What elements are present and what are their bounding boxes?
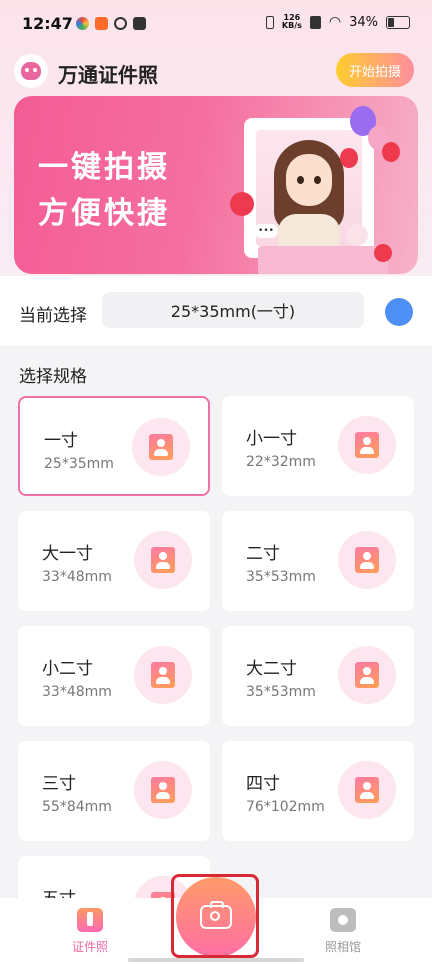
spec-size: 76*102mm [246, 799, 325, 815]
heart-icon [346, 224, 368, 246]
spec-card-2cun[interactable]: 二寸 35*53mm [222, 511, 414, 611]
status-time: 12:47 [22, 14, 73, 33]
wifi-icon: ◠ [328, 14, 342, 30]
battery-icon [386, 15, 410, 29]
spec-name: 大二寸 [246, 659, 297, 679]
spec-card-1cun[interactable]: 一寸 25*35mm [18, 396, 210, 496]
spec-card-small-2cun[interactable]: 小二寸 33*48mm [18, 626, 210, 726]
current-selection: 当前选择 25*35mm(一寸) [0, 276, 432, 346]
spec-size: 35*53mm [246, 569, 316, 585]
mail-icon [133, 17, 146, 30]
spec-name: 一寸 [44, 431, 78, 451]
network-speed: 126 KB/s [281, 13, 302, 30]
heart-icon [374, 244, 392, 262]
spec-size: 25*35mm [44, 456, 114, 472]
status-right: 126 KB/s ◠ 34% [265, 13, 410, 30]
girl-body [278, 214, 340, 246]
balloon-icon [382, 142, 400, 162]
portrait-icon [134, 531, 192, 589]
app-notification-icon [114, 17, 127, 30]
logo-face-icon [21, 62, 41, 80]
spec-card-small-1cun[interactable]: 小一寸 22*32mm [222, 396, 414, 496]
portrait-icon [338, 416, 396, 474]
portrait-icon [134, 646, 192, 704]
spec-card-4cun[interactable]: 四寸 76*102mm [222, 741, 414, 841]
portrait-icon [338, 761, 396, 819]
spec-name: 三寸 [42, 774, 76, 794]
spec-size: 35*53mm [246, 684, 316, 700]
girl-eye [314, 176, 321, 184]
app-header: 万通证件照 开始拍摄 [0, 50, 432, 94]
spec-size: 33*48mm [42, 684, 112, 700]
status-bar: 12:47 126 KB/s ◠ 34% [0, 0, 432, 48]
heart-icon [230, 192, 254, 216]
portrait-icon [134, 761, 192, 819]
app-logo [14, 54, 48, 88]
tab-photo-studio-label: 照相馆 [324, 940, 361, 954]
spec-name: 二寸 [246, 544, 280, 564]
background-color-dot[interactable] [385, 298, 413, 326]
app-title: 万通证件照 [58, 63, 158, 87]
app-notification-icon [95, 17, 108, 30]
portrait-icon [338, 646, 396, 704]
spec-size: 22*32mm [246, 454, 316, 470]
spec-size: 33*48mm [42, 569, 112, 585]
spec-card-large-1cun[interactable]: 大一寸 33*48mm [18, 511, 210, 611]
girl-eye [297, 176, 304, 184]
spec-name: 小一寸 [246, 429, 297, 449]
id-card-icon [77, 908, 103, 932]
tab-id-photo-label: 证件照 [71, 940, 108, 954]
banner-line-2: 方便快捷 [38, 196, 170, 231]
spec-section-title: 选择规格 [19, 367, 87, 387]
spec-card-3cun[interactable]: 三寸 55*84mm [18, 741, 210, 841]
portrait-icon [338, 531, 396, 589]
spec-size: 55*84mm [42, 799, 112, 815]
current-selection-label: 当前选择 [19, 306, 87, 326]
current-selection-value[interactable]: 25*35mm(一寸) [102, 292, 364, 328]
camera-icon [330, 908, 356, 932]
spec-name: 小二寸 [42, 659, 93, 679]
balloon-icon [340, 148, 358, 168]
girl-face [286, 154, 332, 206]
battery-percent: 34% [349, 14, 378, 30]
app-notification-icon [76, 17, 89, 30]
spec-card-large-2cun[interactable]: 大二寸 35*53mm [222, 626, 414, 726]
home-indicator[interactable] [128, 958, 304, 962]
promo-banner[interactable]: 一键拍摄 方便快捷 ••• [14, 96, 418, 274]
tab-photo-studio[interactable]: 照相馆 [308, 908, 378, 955]
sim-off-icon [309, 15, 321, 29]
portrait-icon [132, 418, 190, 476]
tab-id-photo[interactable]: 证件照 [55, 908, 125, 955]
highlight-outline [171, 874, 259, 958]
chat-bubble-icon: ••• [254, 224, 278, 238]
spec-name: 四寸 [246, 774, 280, 794]
pink-box-decoration [258, 246, 388, 274]
start-shooting-button[interactable]: 开始拍摄 [336, 53, 414, 87]
vibrate-icon [265, 15, 274, 29]
banner-line-1: 一键拍摄 [38, 150, 170, 185]
notification-icons [76, 17, 146, 30]
spec-name: 大一寸 [42, 544, 93, 564]
